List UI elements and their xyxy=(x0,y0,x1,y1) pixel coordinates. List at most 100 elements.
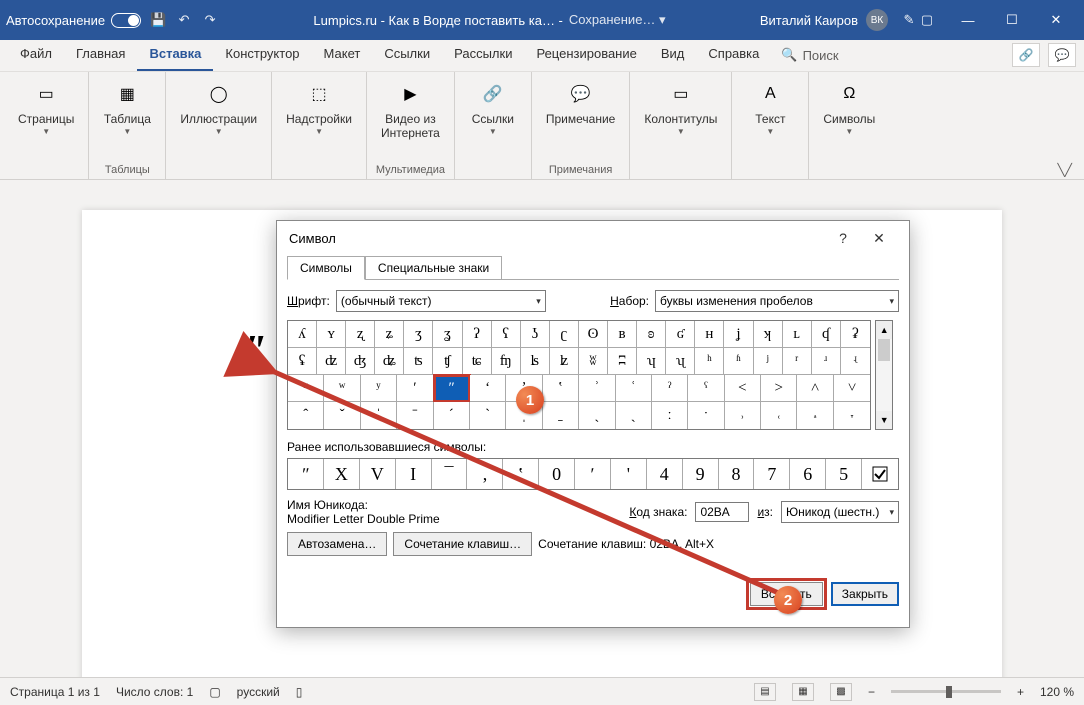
symbol-cell[interactable]: ˍ xyxy=(543,402,579,429)
ribbon-страницы[interactable]: ▭Страницы▼ xyxy=(10,76,82,140)
recent-symbol-cell[interactable]: ¯ xyxy=(432,459,468,489)
font-combo[interactable]: (обычный текст) xyxy=(336,290,546,312)
symbol-cell[interactable]: ˒ xyxy=(725,402,761,429)
recent-symbol-cell[interactable]: ‚ xyxy=(467,459,503,489)
symbol-cell[interactable]: ʘ xyxy=(579,321,608,348)
symbol-cell[interactable]: ʸ xyxy=(361,375,397,402)
recent-symbol-cell[interactable] xyxy=(862,459,898,489)
user-account[interactable]: Виталий Каиров ВК xyxy=(760,9,888,31)
recent-symbol-cell[interactable]: ‛ xyxy=(503,459,539,489)
ribbon-иллюстрации[interactable]: ◯Иллюстрации▼ xyxy=(172,76,265,140)
menu-вид[interactable]: Вид xyxy=(649,40,697,71)
symbol-cell[interactable]: ː xyxy=(652,402,688,429)
symbol-cell[interactable]: ʟ xyxy=(783,321,812,348)
save-status[interactable]: Сохранение… ▾ xyxy=(569,12,666,28)
recent-symbol-cell[interactable]: ' xyxy=(611,459,647,489)
undo-icon[interactable]: ↶ xyxy=(175,11,193,29)
menu-макет[interactable]: Макет xyxy=(312,40,373,71)
redo-icon[interactable]: ↷ xyxy=(201,11,219,29)
symbol-cell[interactable]: ˋ xyxy=(470,402,506,429)
minimize-button[interactable]: — xyxy=(946,0,990,40)
recent-symbol-cell[interactable]: ʹ xyxy=(575,459,611,489)
close-button[interactable]: Закрыть xyxy=(831,582,899,606)
menu-рецензирование[interactable]: Рецензирование xyxy=(524,40,648,71)
shortcut-key-button[interactable]: Сочетание клавиш… xyxy=(393,532,532,556)
scroll-up-icon[interactable]: ▲ xyxy=(876,321,892,339)
symbol-cell[interactable]: ʤ xyxy=(346,348,375,375)
symbol-cell[interactable]: ʰ xyxy=(695,348,724,375)
symbol-cell[interactable]: ʧ xyxy=(433,348,462,375)
zoom-level[interactable]: 120 % xyxy=(1040,685,1074,699)
symbol-cell[interactable]: ʜ xyxy=(695,321,724,348)
symbol-cell[interactable]: ʬ xyxy=(579,348,608,375)
recent-symbol-cell[interactable]: 5 xyxy=(826,459,862,489)
recent-symbol-cell[interactable]: 9 xyxy=(683,459,719,489)
symbol-cell[interactable]: ˂ xyxy=(725,375,761,402)
recent-symbol-cell[interactable]: 7 xyxy=(754,459,790,489)
recent-symbol-cell[interactable]: 6 xyxy=(790,459,826,489)
symbol-cell[interactable]: ʒ xyxy=(404,321,433,348)
ribbon-mode-icon[interactable]: ▢ xyxy=(918,11,936,29)
recent-symbol-cell[interactable]: V xyxy=(360,459,396,489)
symbol-cell[interactable]: ʗ xyxy=(550,321,579,348)
zoom-out-button[interactable]: − xyxy=(868,685,875,699)
recent-symbol-cell[interactable]: 4 xyxy=(647,459,683,489)
symbol-cell[interactable]: ˆ xyxy=(288,402,324,429)
ribbon-таблица[interactable]: ▦Таблица▼ xyxy=(95,76,159,140)
autosave-toggle[interactable]: Автосохранение xyxy=(6,13,141,28)
maximize-button[interactable]: ☐ xyxy=(990,0,1034,40)
menu-файл[interactable]: Файл xyxy=(8,40,64,71)
ribbon-видео-из-интернета[interactable]: ▶Видео изИнтернета xyxy=(373,76,448,145)
symbol-cell[interactable]: ʱ xyxy=(724,348,753,375)
read-mode-button[interactable]: ▤ xyxy=(754,683,776,701)
ribbon-колонтитулы[interactable]: ▭Колонтитулы▼ xyxy=(636,76,725,140)
symbol-cell[interactable]: ʫ xyxy=(550,348,579,375)
recent-symbol-cell[interactable]: X xyxy=(324,459,360,489)
menu-вставка[interactable]: Вставка xyxy=(137,40,213,71)
print-layout-button[interactable]: ▦ xyxy=(792,683,814,701)
symbol-cell[interactable]: ʳ xyxy=(783,348,812,375)
web-layout-button[interactable]: ▩ xyxy=(830,683,852,701)
ribbon-символы[interactable]: ΩСимволы▼ xyxy=(815,76,883,140)
symbol-cell[interactable]: ˊ xyxy=(434,402,470,429)
symbol-cell[interactable]: ʵ xyxy=(841,348,870,375)
symbol-cell[interactable]: ˅ xyxy=(834,375,870,402)
language-status[interactable]: русский xyxy=(237,685,280,699)
symbol-cell[interactable]: ʔ xyxy=(463,321,492,348)
dialog-title-bar[interactable]: Символ ? ✕ xyxy=(277,221,909,255)
subset-combo[interactable]: буквы изменения пробелов xyxy=(655,290,899,312)
menu-главная[interactable]: Главная xyxy=(64,40,137,71)
symbol-cell[interactable]: ʶ xyxy=(288,375,324,402)
symbol-cell[interactable]: ˑ xyxy=(688,402,724,429)
comments-button[interactable]: 💬 xyxy=(1048,43,1076,67)
symbol-cell[interactable]: ˀ xyxy=(652,375,688,402)
symbol-cell[interactable]: ʨ xyxy=(463,348,492,375)
recent-symbol-cell[interactable]: 0 xyxy=(539,459,575,489)
symbol-cell[interactable]: ʐ xyxy=(346,321,375,348)
symbol-cell[interactable]: ʦ xyxy=(404,348,433,375)
symbol-cell[interactable]: ʾ xyxy=(579,375,615,402)
symbol-cell[interactable]: ʢ xyxy=(288,348,317,375)
grid-scrollbar[interactable]: ▲ ▼ xyxy=(875,320,893,430)
symbol-cell[interactable]: ʻ xyxy=(470,375,506,402)
symbol-cell[interactable]: ˄ xyxy=(797,375,833,402)
symbol-cell[interactable]: ʪ xyxy=(521,348,550,375)
recent-symbol-cell[interactable]: I xyxy=(396,459,432,489)
help-button[interactable]: ? xyxy=(825,221,861,255)
ribbon-текст[interactable]: AТекст▼ xyxy=(738,76,802,140)
char-code-input[interactable]: 02BA xyxy=(695,502,749,522)
from-combo[interactable]: Юникод (шестн.) xyxy=(781,501,899,523)
symbol-cell[interactable]: ʲ xyxy=(754,348,783,375)
symbol-cell[interactable]: ʙ xyxy=(608,321,637,348)
menu-конструктор[interactable]: Конструктор xyxy=(213,40,311,71)
symbol-cell[interactable]: ʴ xyxy=(812,348,841,375)
symbol-cell[interactable]: ʞ xyxy=(754,321,783,348)
symbol-cell[interactable]: ʕ xyxy=(492,321,521,348)
symbol-cell[interactable]: ˔ xyxy=(797,402,833,429)
symbol-cell[interactable]: ˏ xyxy=(616,402,652,429)
symbol-cell[interactable]: ˎ xyxy=(579,402,615,429)
menu-рассылки[interactable]: Рассылки xyxy=(442,40,524,71)
save-icon[interactable]: 💾 xyxy=(149,11,167,29)
close-window-button[interactable]: ✕ xyxy=(1034,0,1078,40)
symbol-cell[interactable]: ʿ xyxy=(616,375,652,402)
